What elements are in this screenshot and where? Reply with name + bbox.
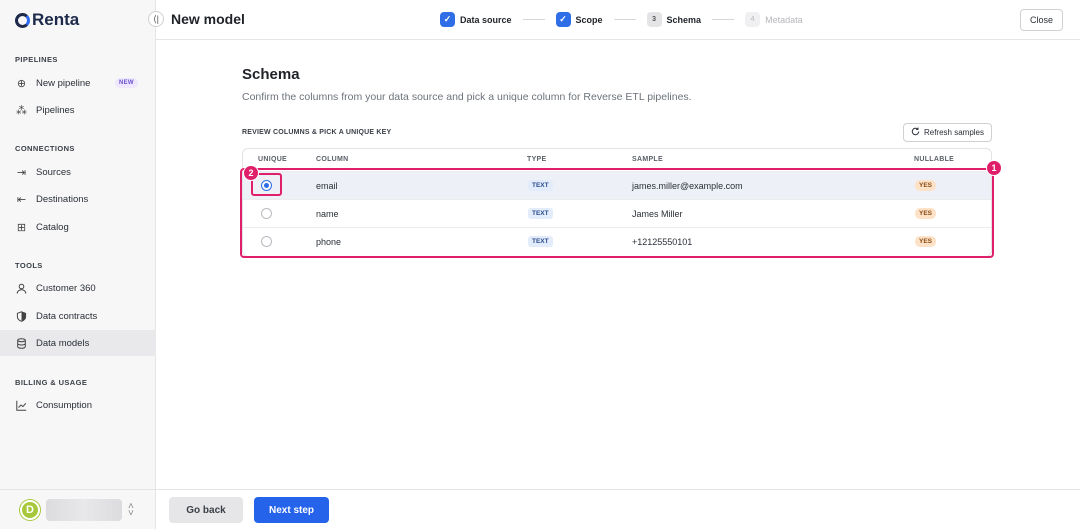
sidebar: Renta PIPELINES ⊕ New pipeline NEW ⁂ Pip… <box>0 0 156 529</box>
grid-icon: ⊞ <box>16 221 27 234</box>
sidebar-item-customer-360[interactable]: Customer 360 <box>0 275 156 301</box>
database-icon <box>16 337 27 349</box>
step-metadata: 4 Metadata <box>745 12 803 27</box>
header: New model ✓ Data source ✓ Scope 3 Schema… <box>156 0 1080 40</box>
step-scope[interactable]: ✓ Scope <box>555 12 603 27</box>
renta-logo-icon <box>15 12 30 28</box>
sidebar-item-data-models[interactable]: Data models <box>0 330 156 356</box>
section-title-tools: TOOLS <box>15 261 43 270</box>
destination-arrow-icon: ⇤ <box>16 193 27 206</box>
step-schema[interactable]: 3 Schema <box>646 12 702 27</box>
stepper: ✓ Data source ✓ Scope 3 Schema 4 Metadat… <box>440 12 803 27</box>
refresh-icon <box>911 127 920 138</box>
go-back-button[interactable]: Go back <box>169 497 243 523</box>
user-name-redacted <box>46 498 122 521</box>
close-button[interactable]: Close <box>1020 9 1063 31</box>
section-title-connections: CONNECTIONS <box>15 144 75 153</box>
sidebar-item-consumption[interactable]: Consumption <box>0 392 156 418</box>
annotation-box-rows <box>240 168 994 258</box>
step-connector <box>522 19 545 20</box>
step-connector <box>712 19 735 20</box>
sidebar-item-destinations[interactable]: ⇤ Destinations <box>0 186 156 212</box>
annotation-marker-1: 1 <box>986 160 1002 176</box>
collapse-sidebar-button[interactable]: ⟨| <box>148 11 164 27</box>
shield-icon <box>16 310 27 322</box>
section-description: Confirm the columns from your data sourc… <box>242 91 692 103</box>
sidebar-item-label: Pipelines <box>36 104 75 116</box>
sidebar-item-label: Customer 360 <box>36 282 96 294</box>
step-label: Schema <box>666 14 702 25</box>
brand-name: Renta <box>32 10 80 29</box>
user-icon <box>16 283 27 294</box>
section-title-pipelines: PIPELINES <box>15 55 58 64</box>
plus-circle-icon: ⊕ <box>16 77 27 90</box>
step-label: Metadata <box>765 14 803 25</box>
collapse-left-icon: ⟨| <box>153 13 159 24</box>
sidebar-item-label: Data contracts <box>36 310 98 322</box>
pipelines-icon: ⁂ <box>16 104 27 117</box>
sidebar-item-label: New pipeline <box>36 77 91 89</box>
check-icon: ✓ <box>555 12 571 27</box>
sidebar-item-label: Destinations <box>36 193 89 205</box>
refresh-label: Refresh samples <box>923 128 985 137</box>
sidebar-item-sources[interactable]: ⇥ Sources <box>0 159 156 185</box>
brand-logo[interactable]: Renta <box>15 10 79 30</box>
step-data-source[interactable]: ✓ Data source <box>440 12 512 27</box>
column-header-column: COLUMN <box>316 156 349 163</box>
sidebar-item-label: Consumption <box>36 399 92 411</box>
step-label: Scope <box>575 14 603 25</box>
footer: Go back Next step <box>156 489 1080 529</box>
new-badge: NEW <box>115 78 138 88</box>
step-label: Data source <box>460 14 512 25</box>
column-header-sample: SAMPLE <box>632 156 663 163</box>
avatar: D <box>20 499 40 520</box>
sidebar-item-pipelines[interactable]: ⁂ Pipelines <box>0 97 156 123</box>
column-header-type: TYPE <box>527 156 547 163</box>
chart-line-icon <box>16 400 27 411</box>
step-connector <box>613 19 636 20</box>
refresh-samples-button[interactable]: Refresh samples <box>903 123 992 142</box>
column-header-nullable: NULLABLE <box>914 156 955 163</box>
annotation-marker-2: 2 <box>243 165 259 181</box>
user-switcher[interactable]: D ˄ ˅ <box>0 489 156 529</box>
sidebar-item-catalog[interactable]: ⊞ Catalog <box>0 214 156 240</box>
sidebar-item-data-contracts[interactable]: Data contracts <box>0 303 156 329</box>
column-header-unique: UNIQUE <box>258 156 288 163</box>
sidebar-item-label: Catalog <box>36 221 69 233</box>
step-number: 4 <box>745 12 761 27</box>
sidebar-item-label: Data models <box>36 337 90 349</box>
table-caption: REVIEW COLUMNS & PICK A UNIQUE KEY <box>242 129 392 136</box>
section-heading: Schema <box>242 66 300 83</box>
chevron-up-down-icon: ˄ ˅ <box>128 500 134 519</box>
section-title-billing: BILLING & USAGE <box>15 378 88 387</box>
sidebar-item-new-pipeline[interactable]: ⊕ New pipeline NEW <box>0 70 156 96</box>
next-step-button[interactable]: Next step <box>254 497 329 523</box>
source-arrow-icon: ⇥ <box>16 166 27 179</box>
step-number: 3 <box>646 12 662 27</box>
check-icon: ✓ <box>440 12 455 27</box>
sidebar-item-label: Sources <box>36 166 71 178</box>
page-title: New model <box>171 11 245 27</box>
